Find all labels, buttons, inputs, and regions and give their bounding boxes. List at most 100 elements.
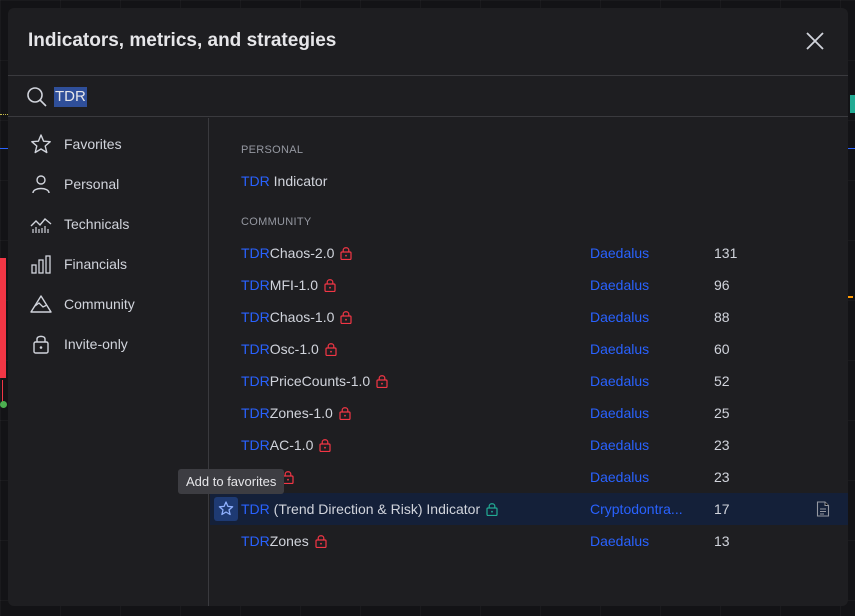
sidebar-item-financials[interactable]: Financials: [8, 244, 208, 284]
result-row[interactable]: TDR (Trend Direction & Risk) Indicator Cr…: [210, 493, 848, 525]
lock-icon: [340, 247, 352, 260]
author-link[interactable]: Daedalus: [590, 437, 690, 453]
boost-count: 60: [714, 341, 730, 357]
technicals-icon: [30, 218, 52, 233]
author-link[interactable]: Daedalus: [590, 277, 690, 293]
boost-count: 13: [714, 533, 730, 549]
result-name-rest: PriceCounts-1.0: [269, 373, 371, 389]
author-link[interactable]: Daedalus: [590, 309, 690, 325]
financials-icon: [31, 255, 51, 274]
chart-candle: [850, 95, 855, 113]
query-match: TDR: [241, 373, 270, 389]
author-link[interactable]: Daedalus: [590, 245, 690, 261]
chart-line: [0, 148, 8, 149]
query-match: TDR: [241, 437, 270, 453]
indicators-dialog: Indicators, metrics, and strategies TDR …: [8, 8, 848, 606]
result-row[interactable]: TDRZones Daedalus 13: [210, 525, 848, 557]
chart-line: [0, 114, 8, 115]
result-name-rest: AC-1.0: [269, 437, 314, 453]
dialog-header: Indicators, metrics, and strategies: [8, 8, 848, 76]
chart-candle: [0, 258, 6, 378]
query-match: TDR: [241, 341, 270, 357]
result-name: TDROsc-1.0: [241, 341, 337, 357]
star-icon: [31, 134, 51, 154]
chart-candle-wick: [2, 380, 3, 402]
result-name: TDRChaos-2.0: [241, 245, 352, 261]
search-icon: [27, 87, 47, 107]
favorites-tooltip: Add to favorites: [178, 469, 285, 494]
result-name: TDR Indicator: [241, 173, 327, 189]
query-match: TDR: [241, 533, 270, 549]
result-name: TDRZones: [241, 533, 327, 549]
result-row[interactable]: TDROsc-1.0 Daedalus 60: [210, 333, 848, 365]
lock-icon: [324, 279, 336, 292]
query-match: TDR: [241, 277, 270, 293]
chart-marker: [0, 401, 7, 408]
author-link[interactable]: Cryptodontra...: [590, 501, 690, 517]
result-row-personal[interactable]: TDR Indicator: [210, 165, 848, 197]
user-icon: [32, 175, 50, 194]
result-name: TDRPriceCounts-1.0: [241, 373, 388, 389]
result-name: TDRMFI-1.0: [241, 277, 336, 293]
boost-count: 23: [714, 437, 730, 453]
result-name: TDR (Trend Direction & Risk) Indicator: [241, 501, 498, 517]
author-link[interactable]: Daedalus: [590, 341, 690, 357]
close-icon: [806, 32, 824, 50]
sidebar-item-personal[interactable]: Personal: [8, 164, 208, 204]
sidebar-item-label: Community: [64, 296, 135, 312]
result-name-rest: MFI-1.0: [269, 277, 319, 293]
query-match: TDR: [241, 309, 270, 325]
result-row[interactable]: TDRMFI-1.0 Daedalus 96: [210, 269, 848, 301]
query-match: TDR: [241, 173, 270, 189]
search-input[interactable]: [54, 87, 814, 107]
sidebar-item-label: Personal: [64, 176, 120, 192]
author-link[interactable]: Daedalus: [590, 373, 690, 389]
result-row[interactable]: O-1.0Daedalus23: [210, 461, 848, 493]
section-heading-personal: PERSONAL: [241, 144, 304, 156]
category-sidebar: Favorites Personal Technicals Financials: [8, 118, 209, 606]
boost-count: 25: [714, 405, 730, 421]
lock-icon: [33, 335, 49, 354]
add-to-favorites-button[interactable]: [214, 497, 238, 521]
result-row[interactable]: TDRPriceCounts-1.0 Daedalus 52: [210, 365, 848, 397]
result-name-rest: Osc-1.0: [269, 341, 319, 357]
result-name-rest: Indicator: [269, 173, 328, 189]
close-button[interactable]: [802, 28, 828, 54]
result-row[interactable]: TDRChaos-1.0 Daedalus 88: [210, 301, 848, 333]
lock-icon: [340, 311, 352, 324]
author-link[interactable]: Daedalus: [590, 405, 690, 421]
boost-count: 88: [714, 309, 730, 325]
query-match: TDR: [241, 245, 270, 261]
result-name-rest: (Trend Direction & Risk) Indicator: [269, 501, 481, 517]
result-name: TDRAC-1.0: [241, 437, 331, 453]
sidebar-item-invite-only[interactable]: Invite-only: [8, 324, 208, 364]
boost-count: 96: [714, 277, 730, 293]
sidebar-item-community[interactable]: Community: [8, 284, 208, 324]
result-row[interactable]: TDRZones-1.0 Daedalus 25: [210, 397, 848, 429]
sidebar-item-technicals[interactable]: Technicals: [8, 204, 208, 244]
author-link[interactable]: Daedalus: [590, 469, 690, 485]
source-code-icon[interactable]: [816, 501, 830, 517]
author-link[interactable]: Daedalus: [590, 533, 690, 549]
results-panel: PERSONAL TDR Indicator COMMUNITY TDRChao…: [210, 118, 848, 606]
sidebar-item-label: Technicals: [64, 216, 130, 232]
section-heading-community: COMMUNITY: [241, 216, 312, 228]
lock-icon: [376, 375, 388, 388]
query-match: TDR: [241, 501, 270, 517]
sidebar-item-label: Invite-only: [64, 336, 128, 352]
community-icon: [30, 295, 52, 313]
dialog-title: Indicators, metrics, and strategies: [28, 30, 337, 51]
lock-icon: [486, 503, 498, 516]
result-row[interactable]: TDRChaos-2.0 Daedalus 131: [210, 237, 848, 269]
sidebar-item-label: Favorites: [64, 136, 122, 152]
sidebar-item-label: Financials: [64, 256, 128, 272]
result-name: TDRZones-1.0: [241, 405, 351, 421]
result-row[interactable]: TDRAC-1.0 Daedalus 23: [210, 429, 848, 461]
result-name: TDRChaos-1.0: [241, 309, 352, 325]
sidebar-item-favorites[interactable]: Favorites: [8, 124, 208, 164]
search-bar: TDR: [8, 75, 848, 117]
result-name-rest: Chaos-2.0: [269, 245, 335, 261]
result-name-rest: Zones: [269, 533, 309, 549]
boost-count: 131: [714, 245, 738, 261]
boost-count: 17: [714, 501, 730, 517]
